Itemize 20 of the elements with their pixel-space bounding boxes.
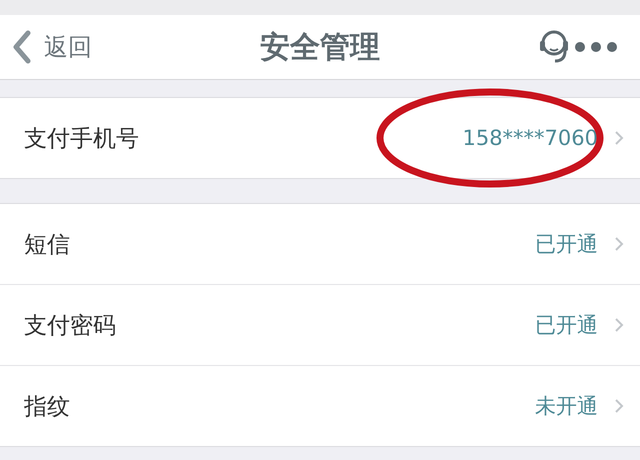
row-label: 短信 (24, 230, 70, 260)
row-value: 已开通 (535, 232, 598, 256)
row-value: 158****7060 (462, 126, 598, 150)
settings-row[interactable]: 支付手机号 158****7060 (0, 98, 640, 178)
chevron-icon (614, 130, 624, 146)
row-value: 未开通 (535, 394, 598, 418)
settings-row[interactable]: 支付密码 已开通 (0, 285, 640, 366)
row-label: 支付密码 (24, 312, 116, 340)
more-icon[interactable] (574, 41, 618, 53)
row-label: 指纹 (24, 392, 70, 422)
back-icon (12, 30, 32, 64)
settings-row[interactable]: 短信 已开通 (0, 204, 640, 285)
chevron-icon (614, 317, 624, 333)
row-label: 支付手机号 (24, 124, 139, 154)
back-button[interactable]: 返回 (0, 30, 92, 64)
page-title: 安全管理 (260, 28, 380, 66)
settings-row[interactable]: 指纹 未开通 (0, 366, 640, 446)
chevron-icon (614, 398, 624, 414)
chevron-icon (614, 236, 624, 252)
row-value: 已开通 (535, 313, 598, 337)
